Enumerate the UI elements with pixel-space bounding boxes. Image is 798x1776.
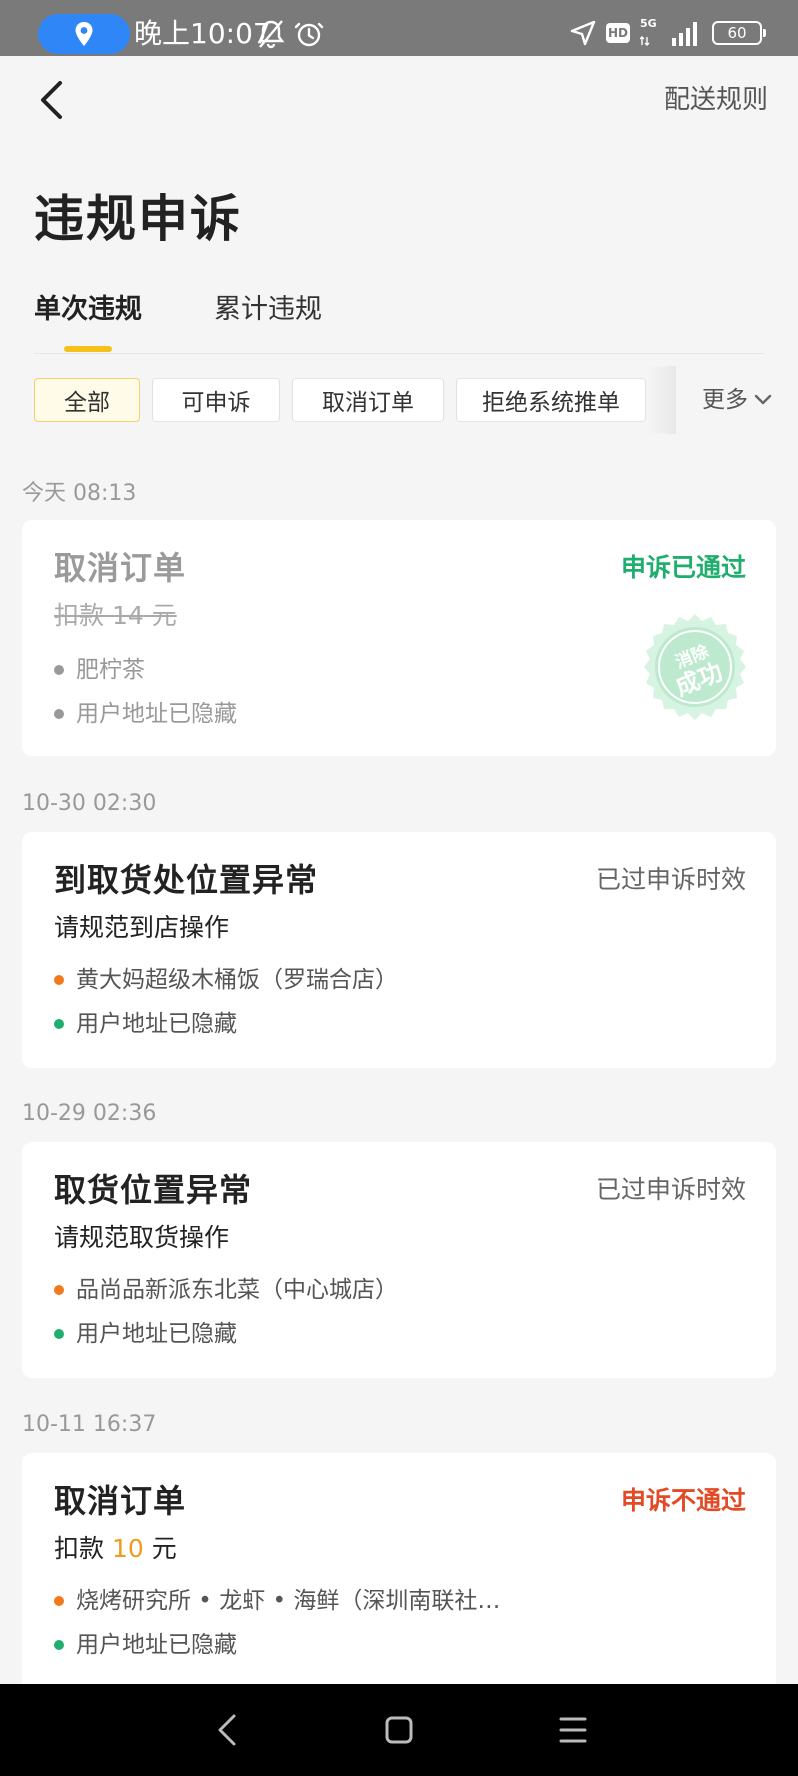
- status-time: 晚上10:07: [134, 17, 271, 50]
- filter-all[interactable]: 全部: [34, 378, 140, 422]
- violation-title: 到取货处位置异常: [54, 861, 319, 899]
- violation-title: 取消订单: [54, 1482, 187, 1520]
- location-pill[interactable]: [38, 14, 130, 54]
- store-dot: [54, 665, 64, 675]
- violation-tabs: 单次违规 累计违规: [34, 290, 322, 330]
- signal-strength-icon: [672, 22, 697, 46]
- filter-appealable[interactable]: 可申诉: [152, 378, 280, 422]
- store-dot: [54, 975, 64, 985]
- store-row: 黄大妈超级木桶饭（罗瑞合店）: [54, 964, 398, 996]
- location-pin-icon: [75, 22, 93, 46]
- address-row: 用户地址已隐藏: [54, 1008, 237, 1040]
- filter-chips: 全部 可申诉 取消订单 拒绝系统推单: [34, 378, 646, 424]
- violation-title: 取消订单: [54, 549, 187, 587]
- filter-reject-dispatch[interactable]: 拒绝系统推单: [456, 378, 646, 422]
- store-dot: [54, 1285, 64, 1295]
- store-row: 烧烤研究所 • 龙虾 • 海鲜（深圳南联社…: [54, 1585, 500, 1617]
- appeal-status: 已过申诉时效: [595, 865, 746, 894]
- violation-card[interactable]: 取货位置异常 已过申诉时效 请规范取货操作 品尚品新派东北菜（中心城店） 用户地…: [22, 1142, 776, 1378]
- battery-indicator: 60: [712, 21, 766, 45]
- nav-home-icon[interactable]: [384, 1710, 414, 1750]
- nav-back-icon[interactable]: [214, 1710, 240, 1750]
- deduction-text: 扣款 10 元: [54, 1534, 177, 1563]
- violation-hint: 请规范取货操作: [54, 1223, 230, 1252]
- chevron-left-icon: [41, 81, 62, 119]
- violation-hint: 请规范到店操作: [54, 913, 230, 942]
- record-time: 10-29 02:36: [22, 1101, 157, 1126]
- removal-success-stamp-icon: 消除 成功: [644, 614, 746, 720]
- appeal-status: 申诉不通过: [620, 1486, 746, 1515]
- system-navigation-bar: [0, 1684, 798, 1776]
- page-title: 违规申诉: [34, 190, 242, 248]
- store-row: 品尚品新派东北菜（中心城店）: [54, 1274, 398, 1306]
- deduction-text: 扣款 14 元: [54, 601, 177, 630]
- violation-card[interactable]: 取消订单 申诉不通过 扣款 10 元 烧烤研究所 • 龙虾 • 海鲜（深圳南联社…: [22, 1453, 776, 1684]
- alarm-clock-icon: [294, 22, 324, 47]
- bell-off-icon: [257, 20, 285, 49]
- nav-menu-icon[interactable]: [558, 1710, 588, 1750]
- appeal-status: 申诉已通过: [620, 553, 746, 582]
- store-dot: [54, 1596, 64, 1606]
- filter-scroll-fade: [648, 366, 676, 434]
- address-dot: [54, 709, 64, 719]
- address-dot: [54, 1329, 64, 1339]
- status-bar: 晚上10:07 HD 5G 60: [0, 0, 798, 56]
- tabs-divider: [34, 353, 764, 354]
- record-time: 10-30 02:30: [22, 791, 157, 816]
- address-row: 用户地址已隐藏: [54, 1318, 237, 1350]
- chevron-down-icon: [754, 394, 772, 405]
- data-arrows-icon: [640, 36, 650, 46]
- address-row: 用户地址已隐藏: [54, 698, 237, 730]
- record-time: 10-11 16:37: [22, 1412, 157, 1437]
- more-filters-button[interactable]: 更多: [702, 382, 772, 418]
- address-dot: [54, 1019, 64, 1029]
- appeal-status: 已过申诉时效: [595, 1175, 746, 1204]
- back-button[interactable]: [34, 78, 68, 122]
- address-dot: [54, 1640, 64, 1650]
- violation-card[interactable]: 取消订单 申诉已通过 扣款 14 元 肥柠茶 用户地址已隐藏 消除 成功: [22, 520, 776, 756]
- location-arrow-icon: [570, 20, 596, 46]
- violation-card[interactable]: 到取货处位置异常 已过申诉时效 请规范到店操作 黄大妈超级木桶饭（罗瑞合店） 用…: [22, 832, 776, 1068]
- tab-single-violation[interactable]: 单次违规: [34, 290, 142, 330]
- network-5g-indicator: 5G: [640, 16, 662, 50]
- address-row: 用户地址已隐藏: [54, 1629, 237, 1661]
- delivery-rules-link[interactable]: 配送规则: [664, 82, 768, 118]
- active-tab-indicator: [64, 346, 112, 352]
- tab-cumulative-violation[interactable]: 累计违规: [214, 290, 322, 330]
- store-row: 肥柠茶: [54, 654, 145, 686]
- violation-title: 取货位置异常: [54, 1171, 253, 1209]
- record-time: 今天 08:13: [22, 481, 137, 506]
- filter-cancel-order[interactable]: 取消订单: [292, 378, 444, 422]
- hd-badge: HD: [606, 23, 630, 43]
